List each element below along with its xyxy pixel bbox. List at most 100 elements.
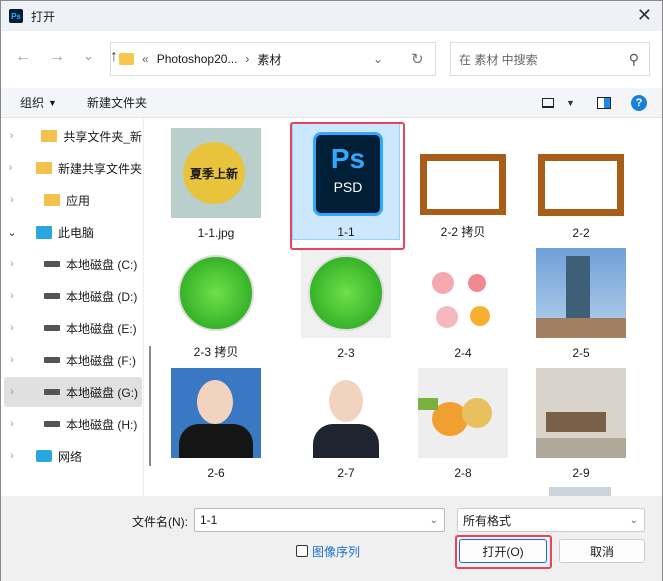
drive-icon	[44, 357, 60, 363]
nav-item-this-pc[interactable]: ⌄ 此电脑	[4, 217, 142, 247]
preview-pane-icon[interactable]	[597, 96, 611, 109]
navigation-pane: › 共享文件夹_新 › 新建共享文件夹 › 应用 ⌄ 此电脑 › 本地磁盘 (C:) › 本…	[1, 118, 144, 496]
chevron-right-icon[interactable]: ›	[4, 162, 17, 174]
thumbnail	[171, 368, 261, 458]
nav-item-drive-g[interactable]: › 本地磁盘 (G:)	[4, 377, 142, 407]
nav-label: 本地磁盘 (G:)	[66, 385, 138, 400]
file-item[interactable]: 2-2 拷贝	[409, 122, 517, 240]
thumbnail	[301, 248, 391, 338]
thumbnail	[171, 248, 261, 335]
chevron-right-icon[interactable]: ›	[4, 258, 20, 270]
chevron-down-icon[interactable]: ⌄	[630, 515, 638, 526]
breadcrumb-separator[interactable]: ›	[245, 52, 249, 66]
filename-input[interactable]: 1-1 ⌄	[194, 508, 445, 532]
computer-icon	[36, 225, 52, 239]
breadcrumb-item[interactable]: Photoshop20...	[157, 52, 238, 66]
new-folder-button[interactable]: 新建文件夹	[87, 94, 147, 111]
search-input[interactable]: 在 素材 中搜索	[459, 51, 538, 68]
file-item[interactable]: 2-9	[527, 362, 635, 480]
chevron-down-icon[interactable]: ⌄	[430, 515, 438, 526]
file-name: 2-3	[337, 346, 355, 360]
nav-item-drive-f[interactable]: › 本地磁盘 (F:)	[4, 345, 142, 375]
forward-button[interactable]: →	[49, 48, 65, 66]
file-item[interactable]: 2-3 拷贝	[162, 242, 270, 360]
chevron-right-icon[interactable]: ›	[4, 386, 20, 398]
chevron-right-icon[interactable]: ›	[4, 354, 20, 366]
folder-icon	[119, 53, 134, 65]
nav-item-drive-e[interactable]: › 本地磁盘 (E:)	[4, 313, 142, 343]
nav-item-network[interactable]: › 网络	[4, 441, 142, 471]
shared-folder-icon	[35, 162, 52, 174]
file-name: 2-6	[207, 466, 225, 480]
file-type-value: 所有格式	[463, 513, 512, 528]
file-type-select[interactable]: 所有格式 ⌄	[457, 508, 645, 532]
thumbnail	[418, 128, 508, 215]
chevron-right-icon[interactable]: ›	[4, 418, 20, 430]
file-item[interactable]: 2-8	[409, 362, 517, 480]
content-scrollbar[interactable]	[651, 118, 661, 496]
chevron-right-icon[interactable]: ›	[4, 450, 20, 462]
help-button[interactable]: ?	[631, 94, 647, 111]
chevron-right-icon[interactable]: ›	[4, 130, 19, 142]
view-icon[interactable]	[542, 97, 554, 108]
highlight-box	[455, 535, 552, 569]
file-item[interactable]: 2-3	[292, 242, 400, 360]
window-title: 打开	[31, 9, 56, 24]
file-name: 2-5	[572, 346, 590, 360]
thumbnail	[536, 248, 626, 338]
filename-value[interactable]: 1-1	[200, 513, 217, 527]
cancel-button[interactable]: 取消	[559, 539, 645, 563]
file-item[interactable]: 2-2	[527, 122, 635, 240]
close-button[interactable]: ✕	[637, 5, 652, 26]
image-sequence-label[interactable]: 图像序列	[312, 543, 360, 560]
search-box[interactable]: 在 素材 中搜索 ⚲	[450, 42, 650, 76]
overflow-chevron[interactable]: «	[142, 52, 149, 66]
nav-item-shared-folder[interactable]: › 共享文件夹_新	[4, 121, 142, 151]
nav-label: 网络	[58, 449, 83, 464]
toolbar: 组织 ▼ 新建文件夹 ▼ ?	[1, 88, 662, 118]
image-sequence-checkbox[interactable]	[296, 545, 308, 557]
refresh-button[interactable]: ↻	[411, 50, 424, 68]
file-name: 2-4	[454, 346, 472, 360]
organize-button[interactable]: 组织	[20, 94, 44, 111]
file-item[interactable]: 2-6	[162, 362, 270, 480]
nav-item-apps[interactable]: › 应用	[4, 185, 142, 215]
chevron-right-icon[interactable]: ›	[4, 194, 20, 206]
nav-label: 新建共享文件夹	[57, 161, 142, 176]
nav-label: 此电脑	[58, 225, 95, 240]
address-bar[interactable]: « Photoshop20... › 素材 ⌄ ↻	[110, 42, 436, 76]
nav-item-drive-c[interactable]: › 本地磁盘 (C:)	[4, 249, 142, 279]
filename-label: 文件名(N):	[132, 515, 188, 529]
drive-icon	[44, 325, 60, 331]
nav-item-drive-d[interactable]: › 本地磁盘 (D:)	[4, 281, 142, 311]
thumbnail	[418, 368, 508, 458]
file-item[interactable]: 夏季上新 1-1.jpg	[162, 122, 270, 240]
file-item[interactable]: 2-7	[292, 362, 400, 480]
drive-icon	[44, 293, 60, 299]
nav-item-new-shared-folder[interactable]: › 新建共享文件夹	[4, 153, 142, 183]
drive-icon	[44, 261, 60, 267]
footer: 文件名(N): 1-1 ⌄ 所有格式 ⌄ 图像序列 打开(O) 取消	[1, 496, 662, 581]
thumbnail	[301, 368, 391, 458]
view-dropdown-icon[interactable]: ▼	[566, 98, 575, 108]
breadcrumb-item[interactable]: 素材	[257, 51, 281, 68]
file-name: 2-7	[337, 466, 355, 480]
chevron-right-icon[interactable]: ›	[4, 290, 20, 302]
file-name: 1-1.jpg	[197, 226, 235, 240]
file-name: 2-2	[572, 226, 590, 240]
nav-label: 共享文件夹_新	[63, 129, 142, 144]
highlight-box	[290, 122, 405, 250]
file-item[interactable]: 2-4	[409, 242, 517, 360]
chevron-down-icon[interactable]: ⌄	[4, 226, 20, 239]
chevron-right-icon[interactable]: ›	[4, 322, 20, 334]
back-button[interactable]: ←	[15, 48, 31, 66]
address-dropdown[interactable]: ⌄	[373, 52, 383, 66]
file-item[interactable]: 2-5	[527, 242, 635, 360]
recent-locations-button[interactable]: ⌄	[83, 48, 94, 64]
nav-item-drive-h[interactable]: › 本地磁盘 (H:)	[4, 409, 142, 439]
nav-label: 本地磁盘 (C:)	[66, 257, 138, 272]
caret-down-icon: ▼	[48, 97, 57, 108]
nav-label: 本地磁盘 (H:)	[66, 417, 138, 432]
nav-scrollbar[interactable]	[149, 346, 151, 466]
search-icon: ⚲	[628, 50, 639, 67]
